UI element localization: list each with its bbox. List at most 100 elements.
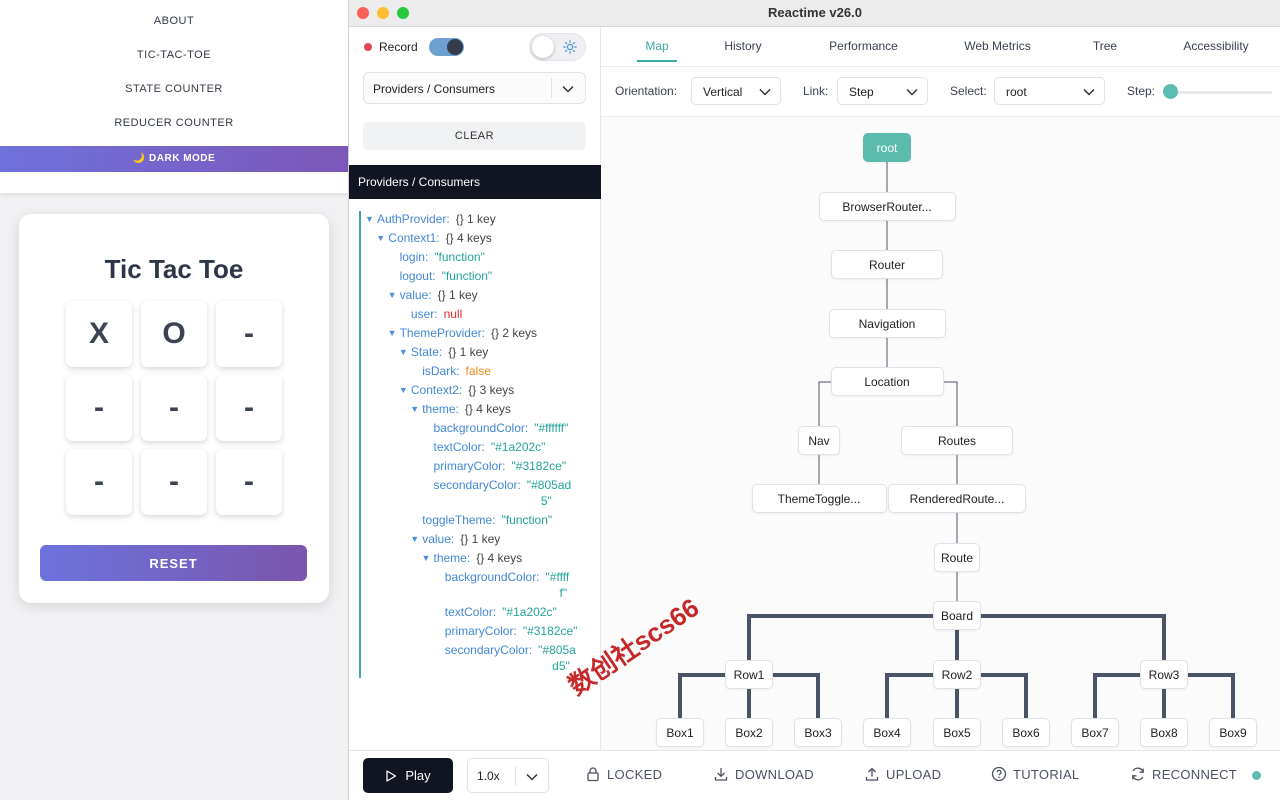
expand-triangle-icon[interactable]: ▼: [410, 401, 419, 417]
tree-row: toggleTheme: "function": [410, 512, 552, 528]
node-select[interactable]: root: [994, 77, 1105, 105]
map-node[interactable]: Box6: [1002, 718, 1050, 747]
tree-row[interactable]: ▼ value: {} 1 key: [410, 531, 500, 547]
board-cell[interactable]: O: [141, 301, 207, 367]
map-node[interactable]: Box1: [656, 718, 704, 747]
nav-link-tic-tac-toe[interactable]: TIC-TAC-TOE: [0, 49, 348, 61]
window-title: Reactime v26.0: [768, 5, 862, 20]
reset-button[interactable]: RESET: [40, 545, 307, 581]
tree-row[interactable]: ▼ AuthProvider: {} 1 key: [365, 211, 496, 227]
expand-triangle-icon[interactable]: ▼: [410, 531, 419, 547]
tutorial-button[interactable]: TUTORIAL: [991, 766, 1079, 782]
map-node[interactable]: Nav: [798, 426, 840, 455]
tree-row[interactable]: ▼ value: {} 1 key: [388, 287, 478, 303]
map-node[interactable]: Navigation: [828, 309, 946, 338]
step-slider[interactable]: [1167, 91, 1272, 94]
record-toggle[interactable]: [429, 38, 464, 56]
map-node[interactable]: Box3: [794, 718, 842, 747]
speed-select[interactable]: 1.0x: [467, 758, 549, 793]
tree-row: secondaryColor: "#805a: [433, 642, 576, 658]
tree-row: login: "function": [388, 249, 485, 265]
map-node[interactable]: Box9: [1209, 718, 1257, 747]
map-node[interactable]: Route: [934, 543, 980, 572]
tree-key: isDark:: [422, 364, 460, 378]
sun-icon: [563, 40, 577, 54]
expand-triangle-icon[interactable]: ▼: [399, 344, 408, 360]
map-node[interactable]: Box2: [725, 718, 773, 747]
tree-row[interactable]: ▼ theme: {} 4 keys: [410, 401, 511, 417]
tree-row[interactable]: ▼ theme: {} 4 keys: [422, 550, 523, 566]
step-slider-handle[interactable]: [1163, 84, 1178, 99]
nav-link-state-counter[interactable]: STATE COUNTER: [0, 83, 348, 95]
expand-triangle-icon[interactable]: ▼: [422, 550, 431, 566]
map-node[interactable]: BrowserRouter...: [818, 192, 956, 221]
board-cell[interactable]: -: [216, 301, 282, 367]
tab-tree[interactable]: Tree: [1085, 39, 1125, 53]
expand-triangle-icon[interactable]: ▼: [399, 382, 408, 398]
tree-row[interactable]: ▼ State: {} 1 key: [399, 344, 488, 360]
orientation-value: Vertical: [703, 85, 743, 99]
view-select[interactable]: Providers / Consumers: [363, 72, 586, 104]
map-node[interactable]: Row2: [933, 660, 981, 689]
map-node[interactable]: ThemeToggle...: [751, 484, 887, 513]
expand-triangle-icon[interactable]: ▼: [388, 287, 397, 303]
dark-mode-button[interactable]: 🌙 DARK MODE: [0, 146, 348, 172]
tree-meta: {} 1 key: [437, 288, 478, 302]
board-cell[interactable]: -: [216, 449, 282, 515]
tree-row: textColor: "#1a202c": [433, 604, 557, 620]
map-node[interactable]: root: [863, 133, 911, 162]
tree-value: "function": [434, 250, 485, 264]
board-cell[interactable]: X: [66, 301, 132, 367]
nav-link-about[interactable]: ABOUT: [0, 15, 348, 27]
link-select[interactable]: Step: [837, 77, 928, 105]
board-cell[interactable]: -: [66, 375, 132, 441]
tab-web-metrics[interactable]: Web Metrics: [950, 39, 1045, 53]
tree-meta: {} 1 key: [455, 212, 496, 226]
map-node[interactable]: Box5: [933, 718, 981, 747]
tree-key: logout:: [399, 269, 436, 283]
tab-accessibility[interactable]: Accessibility: [1171, 39, 1261, 53]
expand-triangle-icon[interactable]: ▼: [365, 211, 374, 227]
tree-key: primaryColor:: [444, 624, 517, 638]
clear-button[interactable]: CLEAR: [363, 122, 586, 150]
download-button[interactable]: DOWNLOAD: [713, 766, 814, 782]
tab-map[interactable]: Map: [637, 39, 677, 53]
theme-toggle[interactable]: [529, 33, 586, 61]
orientation-select[interactable]: Vertical: [691, 77, 781, 105]
expand-triangle-icon[interactable]: ▼: [376, 230, 385, 246]
map-node[interactable]: Location: [830, 367, 944, 396]
tree-row[interactable]: ▼ ThemeProvider: {} 2 keys: [388, 325, 537, 341]
record-toggle-knob: [447, 39, 463, 55]
tree-row[interactable]: ▼ Context1: {} 4 keys: [376, 230, 491, 246]
tree-key: Context2:: [410, 383, 463, 397]
map-node[interactable]: Box4: [863, 718, 911, 747]
map-node[interactable]: RenderedRoute...: [888, 484, 1026, 513]
map-node[interactable]: Board: [933, 601, 981, 630]
nav-link-reducer-counter[interactable]: REDUCER COUNTER: [0, 117, 348, 129]
tree-meta: {} 4 keys: [476, 551, 523, 565]
map-node[interactable]: Box8: [1140, 718, 1188, 747]
tab-bar: Map History Performance Web Metrics Tree…: [601, 27, 1280, 67]
reconnect-button[interactable]: RECONNECT: [1130, 766, 1237, 782]
board-cell[interactable]: -: [216, 375, 282, 441]
tab-performance[interactable]: Performance: [816, 39, 911, 53]
tic-tac-toe-card: Tic Tac Toe X O - - - - - - - RESET: [19, 214, 329, 603]
component-map[interactable]: root BrowserRouter... Router Navigation Loca…: [601, 117, 1280, 750]
active-tab-indicator: [637, 60, 677, 62]
map-node[interactable]: Row1: [725, 660, 773, 689]
upload-button[interactable]: UPLOAD: [864, 766, 941, 782]
board-cell[interactable]: -: [141, 375, 207, 441]
map-node[interactable]: Routes: [901, 426, 1013, 455]
locked-button[interactable]: LOCKED: [585, 766, 662, 782]
tree-key: textColor:: [433, 440, 485, 454]
tab-history[interactable]: History: [713, 39, 773, 53]
play-button[interactable]: Play: [363, 758, 453, 793]
map-node[interactable]: Box7: [1071, 718, 1119, 747]
board-cell[interactable]: -: [66, 449, 132, 515]
map-node[interactable]: Router: [831, 250, 943, 279]
tree-row[interactable]: ▼ Context2: {} 3 keys: [399, 382, 514, 398]
tree-value: "function": [441, 269, 493, 283]
map-node[interactable]: Row3: [1140, 660, 1188, 689]
board-cell[interactable]: -: [141, 449, 207, 515]
expand-triangle-icon[interactable]: ▼: [388, 325, 397, 341]
